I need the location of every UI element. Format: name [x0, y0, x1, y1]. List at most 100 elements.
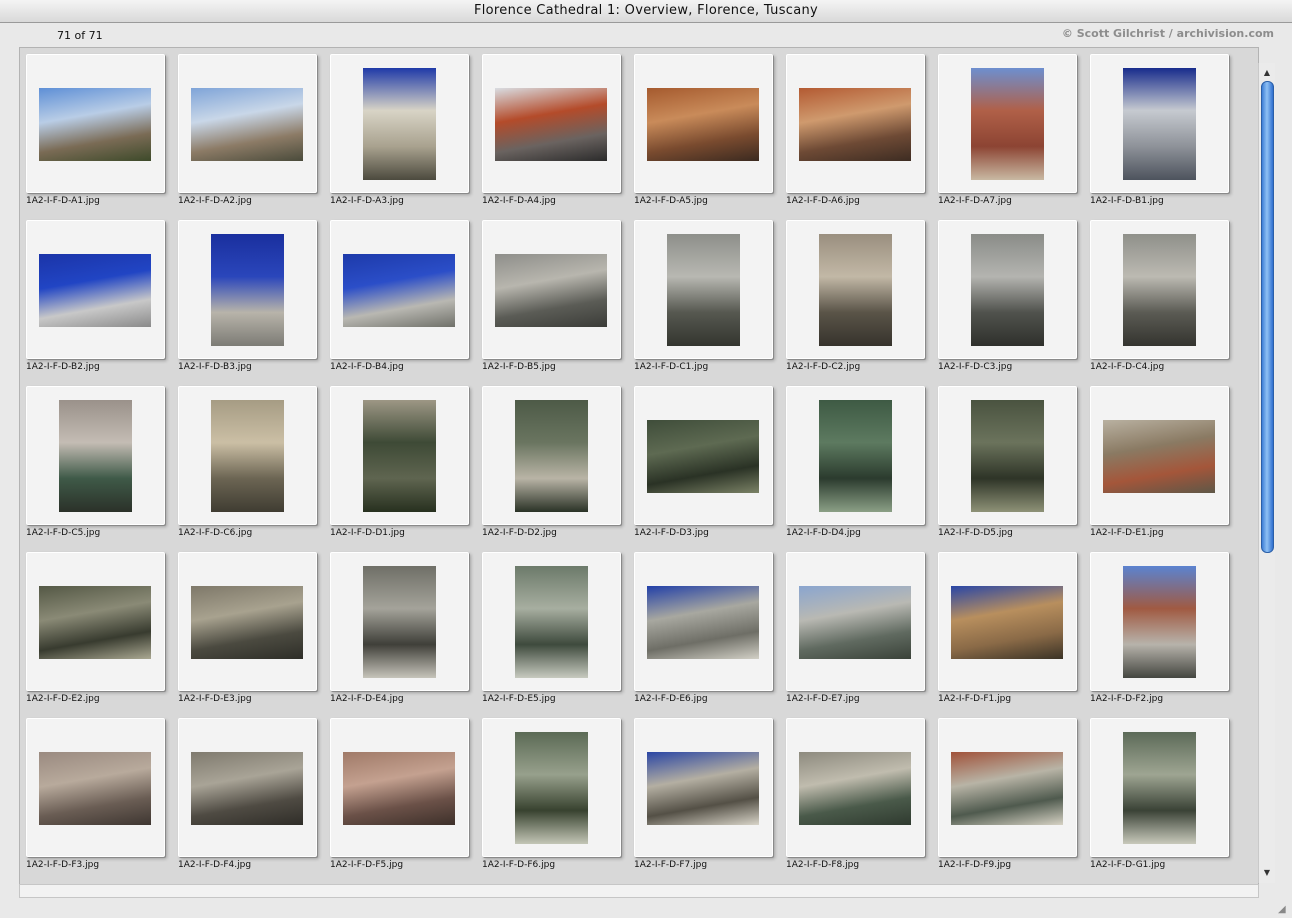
thumbnail-item[interactable]: 1A2-I-F-D-C1.jpg: [628, 214, 780, 380]
thumbnail-item[interactable]: 1A2-I-F-D-E5.jpg: [476, 546, 628, 712]
photo-thumbnail[interactable]: [799, 88, 911, 161]
photo-thumbnail[interactable]: [39, 752, 151, 825]
thumbnail-frame[interactable]: [178, 220, 317, 359]
thumbnail-frame[interactable]: [178, 54, 317, 193]
photo-thumbnail[interactable]: [1123, 566, 1196, 678]
thumbnail-frame[interactable]: [634, 386, 773, 525]
thumbnail-item[interactable]: 1A2-I-F-D-B5.jpg: [476, 214, 628, 380]
photo-thumbnail[interactable]: [59, 400, 132, 512]
thumbnail-item[interactable]: 1A2-I-F-D-A7.jpg: [932, 48, 1084, 214]
thumbnail-frame[interactable]: [482, 220, 621, 359]
thumbnail-frame[interactable]: [330, 54, 469, 193]
photo-thumbnail[interactable]: [667, 234, 740, 346]
scrollbar-thumb[interactable]: [1261, 81, 1274, 553]
thumbnail-item[interactable]: 1A2-I-F-D-D4.jpg: [780, 380, 932, 546]
thumbnail-item[interactable]: 1A2-I-F-D-B2.jpg: [20, 214, 172, 380]
thumbnail-item[interactable]: 1A2-I-F-D-F5.jpg: [324, 712, 476, 878]
thumbnail-frame[interactable]: [26, 220, 165, 359]
thumbnail-frame[interactable]: [634, 220, 773, 359]
thumbnail-frame[interactable]: [482, 54, 621, 193]
thumbnail-item[interactable]: 1A2-I-F-D-D1.jpg: [324, 380, 476, 546]
thumbnail-frame[interactable]: [178, 718, 317, 857]
thumbnail-item[interactable]: 1A2-I-F-D-C6.jpg: [172, 380, 324, 546]
thumbnail-item[interactable]: 1A2-I-F-D-B4.jpg: [324, 214, 476, 380]
photo-thumbnail[interactable]: [799, 752, 911, 825]
thumbnail-item[interactable]: 1A2-I-F-D-D5.jpg: [932, 380, 1084, 546]
photo-thumbnail[interactable]: [191, 586, 303, 659]
thumbnail-item[interactable]: 1A2-I-F-D-F6.jpg: [476, 712, 628, 878]
thumbnail-frame[interactable]: [1090, 220, 1229, 359]
thumbnail-item[interactable]: 1A2-I-F-D-A6.jpg: [780, 48, 932, 214]
photo-thumbnail[interactable]: [647, 586, 759, 659]
photo-thumbnail[interactable]: [495, 88, 607, 161]
thumbnail-frame[interactable]: [786, 552, 925, 691]
thumbnail-frame[interactable]: [786, 386, 925, 525]
thumbnail-frame[interactable]: [1090, 54, 1229, 193]
thumbnail-item[interactable]: 1A2-I-F-D-G1.jpg: [1084, 712, 1236, 878]
photo-thumbnail[interactable]: [495, 254, 607, 327]
thumbnail-frame[interactable]: [634, 552, 773, 691]
photo-thumbnail[interactable]: [1123, 68, 1196, 180]
thumbnail-frame[interactable]: [482, 718, 621, 857]
photo-thumbnail[interactable]: [515, 566, 588, 678]
thumbnail-item[interactable]: 1A2-I-F-D-E2.jpg: [20, 546, 172, 712]
thumbnail-frame[interactable]: [26, 54, 165, 193]
thumbnail-frame[interactable]: [786, 54, 925, 193]
thumbnail-item[interactable]: 1A2-I-F-D-F2.jpg: [1084, 546, 1236, 712]
thumbnail-item[interactable]: 1A2-I-F-D-A3.jpg: [324, 48, 476, 214]
thumbnail-item[interactable]: 1A2-I-F-D-E1.jpg: [1084, 380, 1236, 546]
photo-thumbnail[interactable]: [799, 586, 911, 659]
thumbnail-frame[interactable]: [330, 386, 469, 525]
photo-thumbnail[interactable]: [363, 68, 436, 180]
thumbnail-frame[interactable]: [26, 718, 165, 857]
photo-thumbnail[interactable]: [971, 234, 1044, 346]
photo-thumbnail[interactable]: [363, 566, 436, 678]
thumbnail-frame[interactable]: [634, 718, 773, 857]
photo-thumbnail[interactable]: [647, 752, 759, 825]
thumbnail-item[interactable]: 1A2-I-F-D-A2.jpg: [172, 48, 324, 214]
thumbnail-frame[interactable]: [1090, 552, 1229, 691]
photo-thumbnail[interactable]: [819, 234, 892, 346]
thumbnail-item[interactable]: 1A2-I-F-D-F7.jpg: [628, 712, 780, 878]
photo-thumbnail[interactable]: [211, 234, 284, 346]
thumbnail-frame[interactable]: [178, 386, 317, 525]
thumbnail-frame[interactable]: [482, 552, 621, 691]
thumbnail-frame[interactable]: [330, 552, 469, 691]
photo-thumbnail[interactable]: [819, 400, 892, 512]
photo-thumbnail[interactable]: [1123, 732, 1196, 844]
scroll-down-arrow-icon[interactable]: ▼: [1259, 866, 1275, 880]
thumbnail-frame[interactable]: [938, 220, 1077, 359]
photo-thumbnail[interactable]: [211, 400, 284, 512]
horizontal-scrollbar[interactable]: [19, 884, 1259, 898]
photo-thumbnail[interactable]: [515, 732, 588, 844]
thumbnail-item[interactable]: 1A2-I-F-D-D2.jpg: [476, 380, 628, 546]
thumbnail-frame[interactable]: [938, 386, 1077, 525]
thumbnail-item[interactable]: 1A2-I-F-D-B3.jpg: [172, 214, 324, 380]
thumbnail-item[interactable]: 1A2-I-F-D-E3.jpg: [172, 546, 324, 712]
thumbnail-item[interactable]: 1A2-I-F-D-F4.jpg: [172, 712, 324, 878]
photo-thumbnail[interactable]: [39, 586, 151, 659]
thumbnail-frame[interactable]: [330, 718, 469, 857]
photo-thumbnail[interactable]: [343, 254, 455, 327]
thumbnail-item[interactable]: 1A2-I-F-D-A4.jpg: [476, 48, 628, 214]
thumbnail-item[interactable]: 1A2-I-F-D-C2.jpg: [780, 214, 932, 380]
thumbnail-frame[interactable]: [938, 718, 1077, 857]
thumbnail-item[interactable]: 1A2-I-F-D-F3.jpg: [20, 712, 172, 878]
thumbnail-frame[interactable]: [330, 220, 469, 359]
photo-thumbnail[interactable]: [363, 400, 436, 512]
photo-thumbnail[interactable]: [647, 420, 759, 493]
thumbnail-frame[interactable]: [786, 220, 925, 359]
thumbnail-frame[interactable]: [1090, 718, 1229, 857]
photo-thumbnail[interactable]: [951, 586, 1063, 659]
thumbnail-frame[interactable]: [26, 386, 165, 525]
thumbnail-item[interactable]: 1A2-I-F-D-A1.jpg: [20, 48, 172, 214]
thumbnail-frame[interactable]: [482, 386, 621, 525]
photo-thumbnail[interactable]: [191, 88, 303, 161]
photo-thumbnail[interactable]: [39, 254, 151, 327]
photo-thumbnail[interactable]: [39, 88, 151, 161]
thumbnail-item[interactable]: 1A2-I-F-D-B1.jpg: [1084, 48, 1236, 214]
photo-thumbnail[interactable]: [191, 752, 303, 825]
photo-thumbnail[interactable]: [343, 752, 455, 825]
photo-thumbnail[interactable]: [951, 752, 1063, 825]
thumbnail-item[interactable]: 1A2-I-F-D-A5.jpg: [628, 48, 780, 214]
